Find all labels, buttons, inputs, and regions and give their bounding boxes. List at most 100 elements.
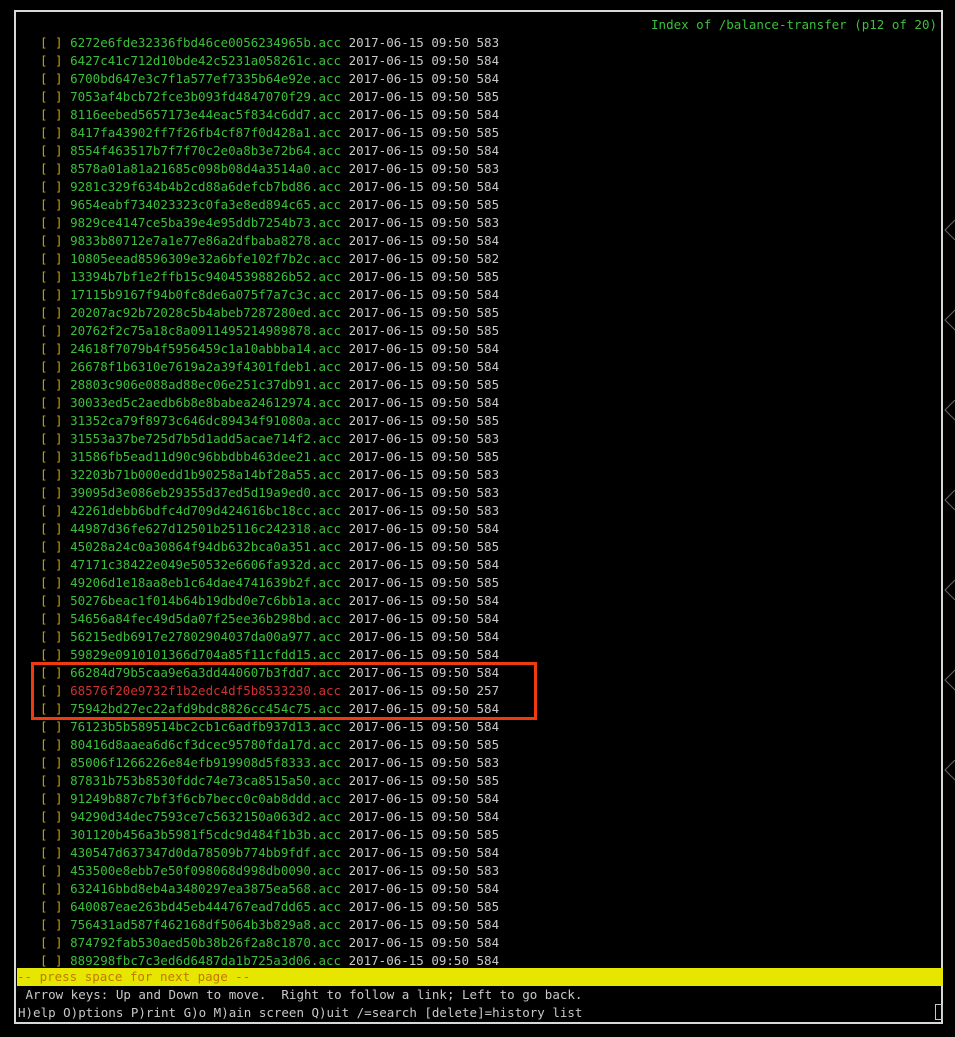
- file-checkbox[interactable]: [ ]: [40, 269, 63, 284]
- file-row[interactable]: [ ] 94290d34dec7593ce7c5632150a063d2.acc…: [40, 808, 640, 826]
- file-row[interactable]: [ ] 6427c41c712d10bde42c5231a058261c.acc…: [40, 52, 640, 70]
- file-row[interactable]: [ ] 6272e6fde32336fbd46ce0056234965b.acc…: [40, 34, 640, 52]
- file-checkbox[interactable]: [ ]: [40, 701, 63, 716]
- file-checkbox[interactable]: [ ]: [40, 485, 63, 500]
- file-row[interactable]: [ ] 20207ac92b72028c5b4abeb7287280ed.acc…: [40, 304, 640, 322]
- file-checkbox[interactable]: [ ]: [40, 431, 63, 446]
- file-checkbox[interactable]: [ ]: [40, 323, 63, 338]
- file-row[interactable]: [ ] 39095d3e086eb29355d37ed5d19a9ed0.acc…: [40, 484, 640, 502]
- file-row[interactable]: [ ] 56215edb6917e27802904037da00a977.acc…: [40, 628, 640, 646]
- file-row[interactable]: [ ] 24618f7079b4f5956459c1a10abbba14.acc…: [40, 340, 640, 358]
- file-link[interactable]: 6272e6fde32336fbd46ce0056234965b.acc: [70, 35, 341, 50]
- file-link[interactable]: 80416d8aaea6d6cf3dcec95780fda17d.acc: [70, 737, 341, 752]
- file-link[interactable]: 430547d637347d0da78509b774bb9fdf.acc: [70, 845, 341, 860]
- file-checkbox[interactable]: [ ]: [40, 521, 63, 536]
- file-link[interactable]: 28803c906e088ad88ec06e251c37db91.acc: [70, 377, 341, 392]
- file-link[interactable]: 87831b753b8530fddc74e73ca8515a50.acc: [70, 773, 341, 788]
- file-checkbox[interactable]: [ ]: [40, 35, 63, 50]
- file-link[interactable]: 8578a01a81a21685c098b08d4a3514a0.acc: [70, 161, 341, 176]
- file-row[interactable]: [ ] 453500e8ebb7e50f098068d998db0090.acc…: [40, 862, 640, 880]
- file-checkbox[interactable]: [ ]: [40, 467, 63, 482]
- file-link[interactable]: 31352ca79f8973c646dc89434f91080a.acc: [70, 413, 341, 428]
- file-checkbox[interactable]: [ ]: [40, 773, 63, 788]
- file-link[interactable]: 889298fbc7c3ed6d6487da1b725a3d06.acc: [70, 953, 341, 968]
- file-row[interactable]: [ ] 10805eead8596309e32a6bfe102f7b2c.acc…: [40, 250, 640, 268]
- file-checkbox[interactable]: [ ]: [40, 665, 63, 680]
- file-link[interactable]: 9654eabf734023323c0fa3e8ed894c65.acc: [70, 197, 341, 212]
- file-row[interactable]: [ ] 9281c329f634b4b2cd88a6defcb7bd86.acc…: [40, 178, 640, 196]
- file-link[interactable]: 8554f463517b7f7f70c2e0a8b3e72b64.acc: [70, 143, 341, 158]
- file-checkbox[interactable]: [ ]: [40, 251, 63, 266]
- file-link[interactable]: 54656a84fec49d5da07f25ee36b298bd.acc: [70, 611, 341, 626]
- file-link[interactable]: 50276beac1f014b64b19dbd0e7c6bb1a.acc: [70, 593, 341, 608]
- file-link[interactable]: 68576f20e9732f1b2edc4df5b8533230.acc: [70, 683, 341, 698]
- file-row[interactable]: [ ] 47171c38422e049e50532e6606fa932d.acc…: [40, 556, 640, 574]
- file-link[interactable]: 9833b80712e7a1e77e86a2dfbaba8278.acc: [70, 233, 341, 248]
- file-checkbox[interactable]: [ ]: [40, 863, 63, 878]
- file-checkbox[interactable]: [ ]: [40, 593, 63, 608]
- file-checkbox[interactable]: [ ]: [40, 917, 63, 932]
- file-row[interactable]: [ ] 640087eae263bd45eb444767ead7dd65.acc…: [40, 898, 640, 916]
- file-row[interactable]: [ ] 44987d36fe627d12501b25116c242318.acc…: [40, 520, 640, 538]
- file-link[interactable]: 75942bd27ec22afd9bdc8826cc454c75.acc: [70, 701, 341, 716]
- file-link[interactable]: 20762f2c75a18c8a0911495214989878.acc: [70, 323, 341, 338]
- file-checkbox[interactable]: [ ]: [40, 611, 63, 626]
- file-checkbox[interactable]: [ ]: [40, 377, 63, 392]
- file-row[interactable]: [ ] 6700bd647e3c7f1a577ef7335b64e92e.acc…: [40, 70, 640, 88]
- file-checkbox[interactable]: [ ]: [40, 287, 63, 302]
- file-link[interactable]: 44987d36fe627d12501b25116c242318.acc: [70, 521, 341, 536]
- file-link[interactable]: 8417fa43902ff7f26fb4cf87f0d428a1.acc: [70, 125, 341, 140]
- file-row[interactable]: [ ] 430547d637347d0da78509b774bb9fdf.acc…: [40, 844, 640, 862]
- file-link[interactable]: 39095d3e086eb29355d37ed5d19a9ed0.acc: [70, 485, 341, 500]
- file-row[interactable]: [ ] 68576f20e9732f1b2edc4df5b8533230.acc…: [40, 682, 640, 700]
- file-row[interactable]: [ ] 9833b80712e7a1e77e86a2dfbaba8278.acc…: [40, 232, 640, 250]
- file-row[interactable]: [ ] 31586fb5ead11d90c96bbdbb463dee21.acc…: [40, 448, 640, 466]
- file-row[interactable]: [ ] 76123b5b589514bc2cb1c6adfb937d13.acc…: [40, 718, 640, 736]
- file-row[interactable]: [ ] 9829ce4147ce5ba39e4e95ddb7254b73.acc…: [40, 214, 640, 232]
- file-link[interactable]: 85006f1266226e84efb919908d5f8333.acc: [70, 755, 341, 770]
- file-checkbox[interactable]: [ ]: [40, 233, 63, 248]
- file-checkbox[interactable]: [ ]: [40, 737, 63, 752]
- file-checkbox[interactable]: [ ]: [40, 197, 63, 212]
- file-row[interactable]: [ ] 49206d1e18aa8eb1c64dae4741639b2f.acc…: [40, 574, 640, 592]
- file-row[interactable]: [ ] 75942bd27ec22afd9bdc8826cc454c75.acc…: [40, 700, 640, 718]
- file-link[interactable]: 8116eebed5657173e44eac5f834c6dd7.acc: [70, 107, 341, 122]
- file-link[interactable]: 6700bd647e3c7f1a577ef7335b64e92e.acc: [70, 71, 341, 86]
- file-link[interactable]: 42261debb6bdfc4d709d424616bc18cc.acc: [70, 503, 341, 518]
- file-link[interactable]: 10805eead8596309e32a6bfe102f7b2c.acc: [70, 251, 341, 266]
- file-link[interactable]: 20207ac92b72028c5b4abeb7287280ed.acc: [70, 305, 341, 320]
- file-checkbox[interactable]: [ ]: [40, 143, 63, 158]
- file-checkbox[interactable]: [ ]: [40, 575, 63, 590]
- file-checkbox[interactable]: [ ]: [40, 629, 63, 644]
- file-checkbox[interactable]: [ ]: [40, 557, 63, 572]
- file-link[interactable]: 30033ed5c2aedb6b8e8babea24612974.acc: [70, 395, 341, 410]
- file-row[interactable]: [ ] 8116eebed5657173e44eac5f834c6dd7.acc…: [40, 106, 640, 124]
- file-row[interactable]: [ ] 756431ad587f462168df5064b3b829a8.acc…: [40, 916, 640, 934]
- file-link[interactable]: 59829e0910101366d704a85f11cfdd15.acc: [70, 647, 341, 662]
- file-row[interactable]: [ ] 17115b9167f94b0fc8de6a075f7a7c3c.acc…: [40, 286, 640, 304]
- file-row[interactable]: [ ] 31553a37be725d7b5d1add5acae714f2.acc…: [40, 430, 640, 448]
- file-link[interactable]: 632416bbd8eb4a3480297ea3875ea568.acc: [70, 881, 341, 896]
- file-row[interactable]: [ ] 32203b71b000edd1b90258a14bf28a55.acc…: [40, 466, 640, 484]
- file-row[interactable]: [ ] 91249b887c7bf3f6cb7becc0c0ab8ddd.acc…: [40, 790, 640, 808]
- file-row[interactable]: [ ] 80416d8aaea6d6cf3dcec95780fda17d.acc…: [40, 736, 640, 754]
- file-row[interactable]: [ ] 7053af4bcb72fce3b093fd4847070f29.acc…: [40, 88, 640, 106]
- file-row[interactable]: [ ] 85006f1266226e84efb919908d5f8333.acc…: [40, 754, 640, 772]
- file-row[interactable]: [ ] 26678f1b6310e7619a2a39f4301fdeb1.acc…: [40, 358, 640, 376]
- file-row[interactable]: [ ] 54656a84fec49d5da07f25ee36b298bd.acc…: [40, 610, 640, 628]
- file-checkbox[interactable]: [ ]: [40, 719, 63, 734]
- file-link[interactable]: 31553a37be725d7b5d1add5acae714f2.acc: [70, 431, 341, 446]
- file-link[interactable]: 56215edb6917e27802904037da00a977.acc: [70, 629, 341, 644]
- file-checkbox[interactable]: [ ]: [40, 899, 63, 914]
- file-checkbox[interactable]: [ ]: [40, 791, 63, 806]
- file-checkbox[interactable]: [ ]: [40, 395, 63, 410]
- file-checkbox[interactable]: [ ]: [40, 125, 63, 140]
- file-row[interactable]: [ ] 13394b7bf1e2ffb15c94045398826b52.acc…: [40, 268, 640, 286]
- file-checkbox[interactable]: [ ]: [40, 215, 63, 230]
- file-link[interactable]: 66284d79b5caa9e6a3dd440607b3fdd7.acc: [70, 665, 341, 680]
- file-checkbox[interactable]: [ ]: [40, 683, 63, 698]
- file-row[interactable]: [ ] 28803c906e088ad88ec06e251c37db91.acc…: [40, 376, 640, 394]
- file-row[interactable]: [ ] 301120b456a3b5981f5cdc9d484f1b3b.acc…: [40, 826, 640, 844]
- file-checkbox[interactable]: [ ]: [40, 305, 63, 320]
- file-link[interactable]: 47171c38422e049e50532e6606fa932d.acc: [70, 557, 341, 572]
